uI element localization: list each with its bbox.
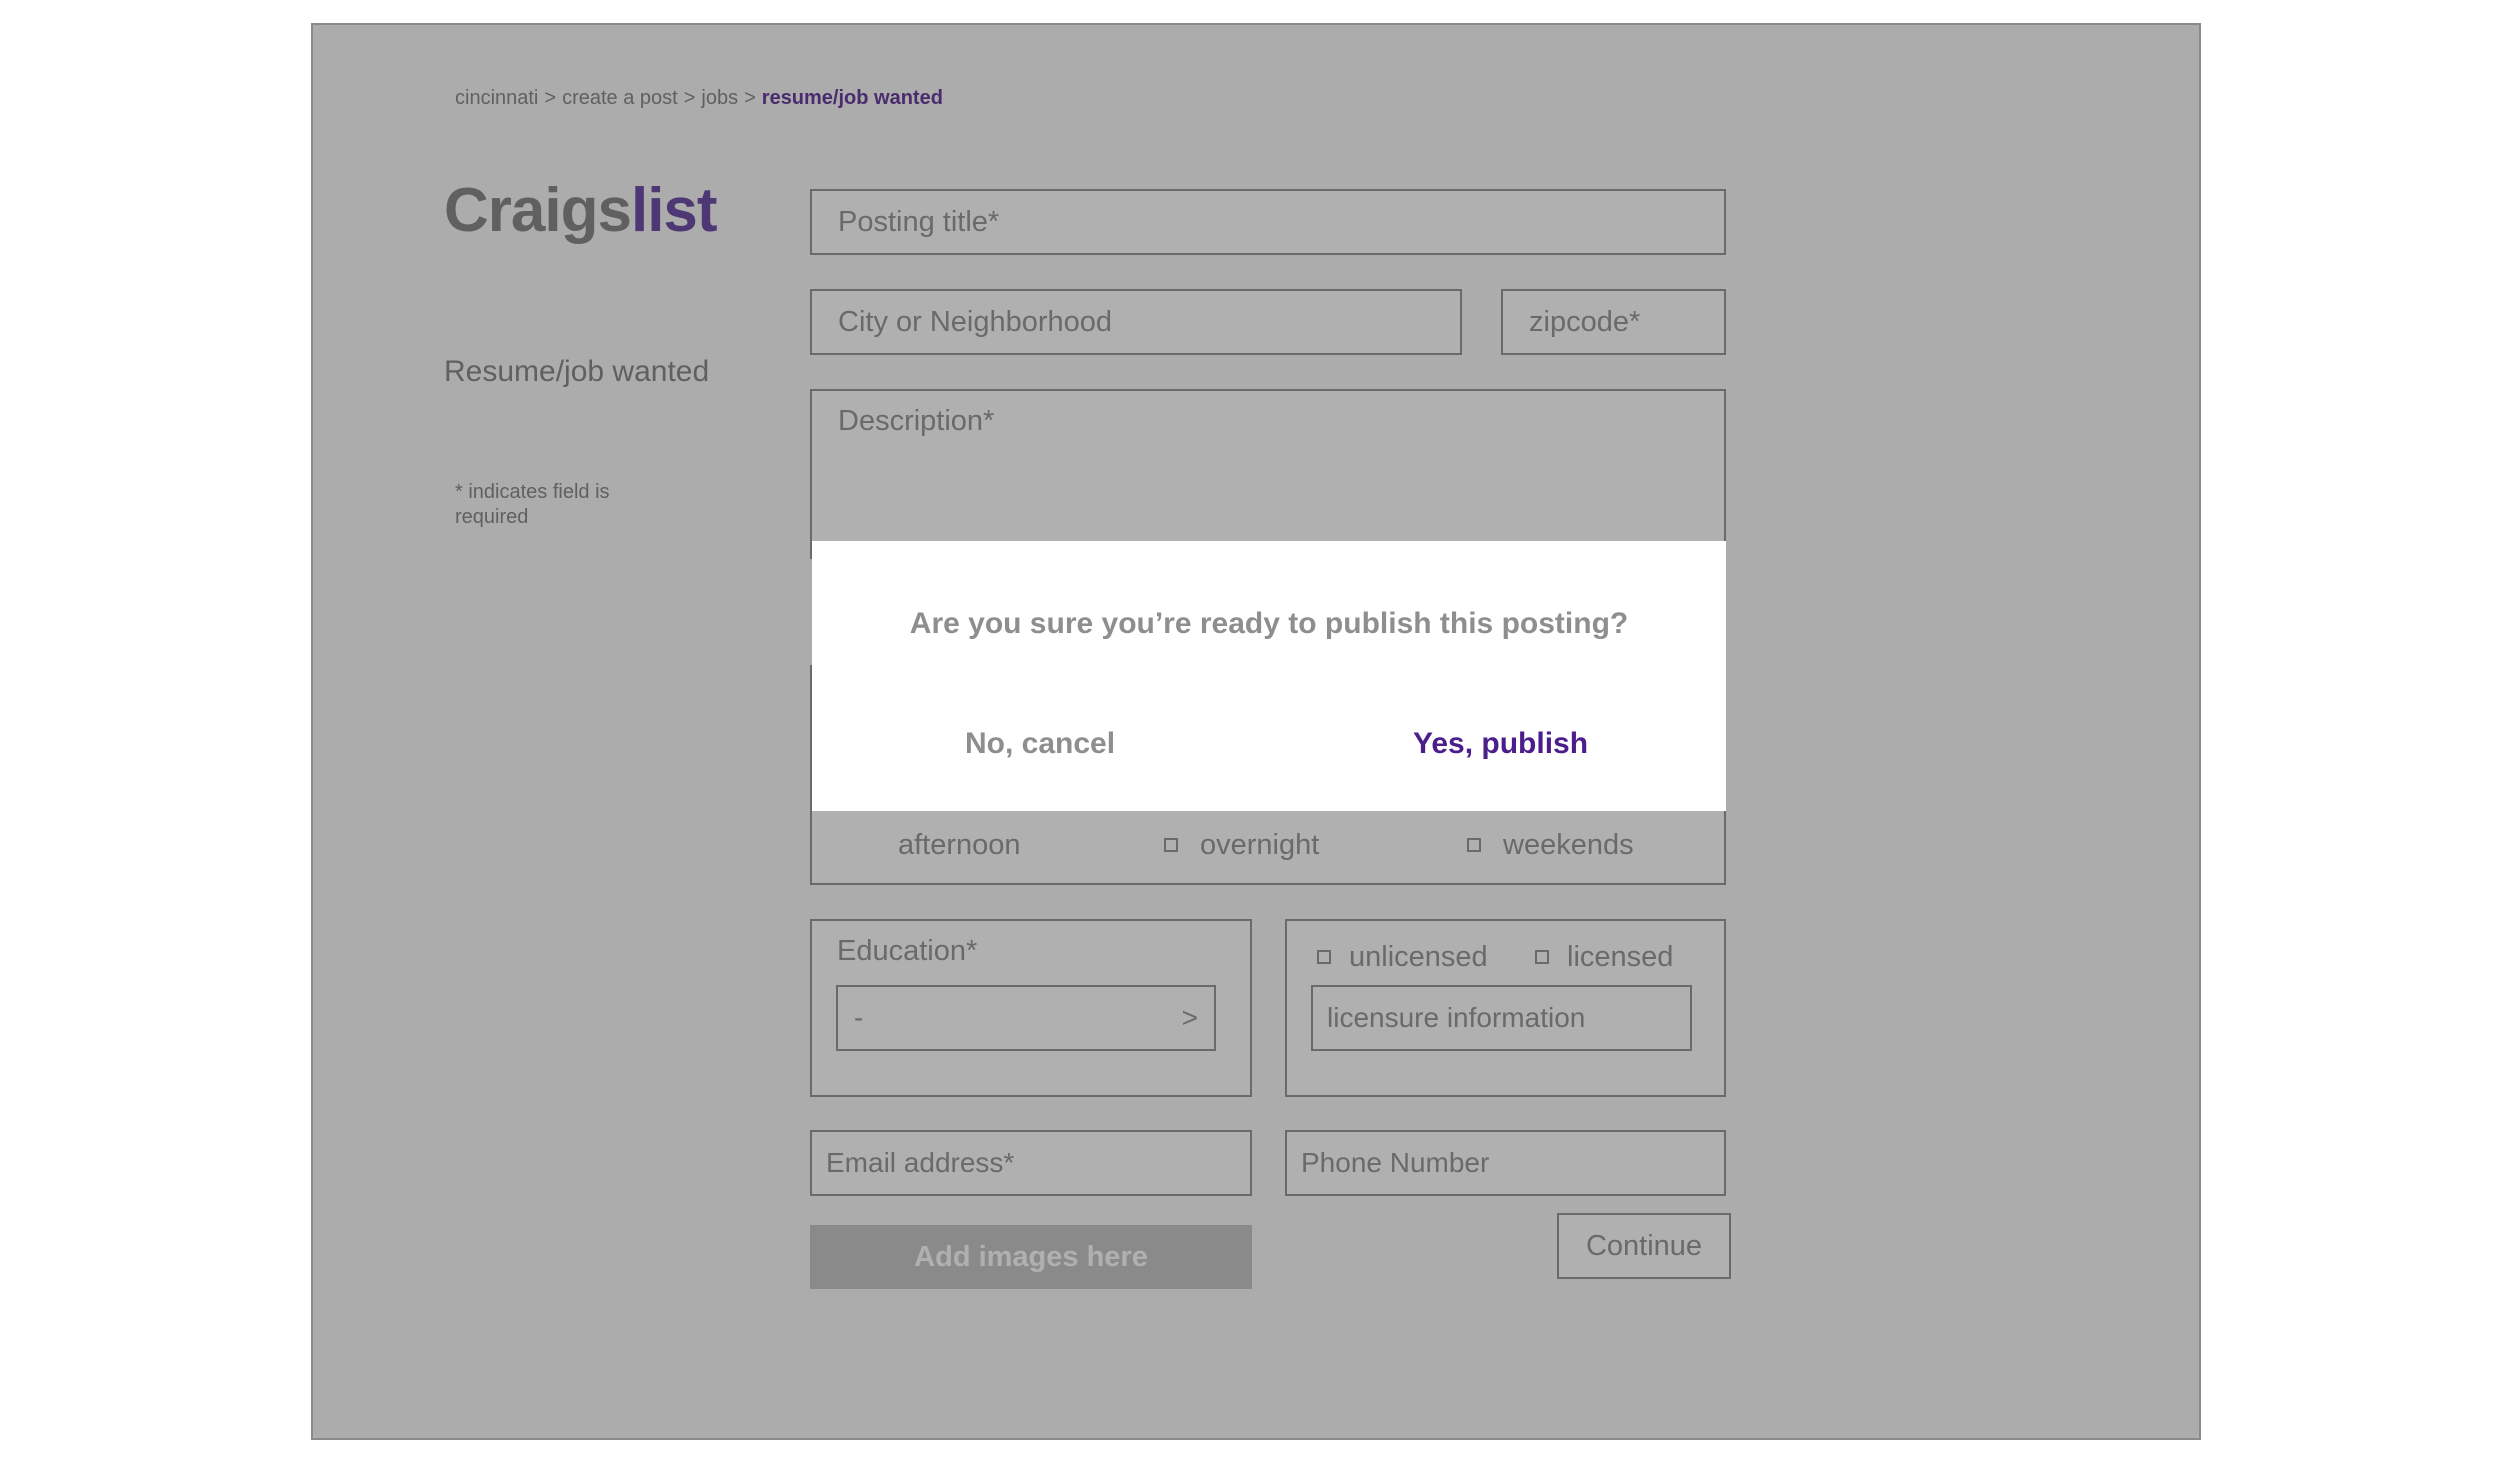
publish-button[interactable]: Yes, publish [1413, 727, 1588, 761]
page-frame: cincinnati > create a post > jobs > resume/job… [311, 23, 2201, 1440]
dialog-question: Are you sure you’re ready to publish thi… [909, 607, 1629, 640]
cancel-button[interactable]: No, cancel [965, 727, 1115, 761]
publish-confirm-dialog: Are you sure you’re ready to publish thi… [812, 541, 1726, 811]
